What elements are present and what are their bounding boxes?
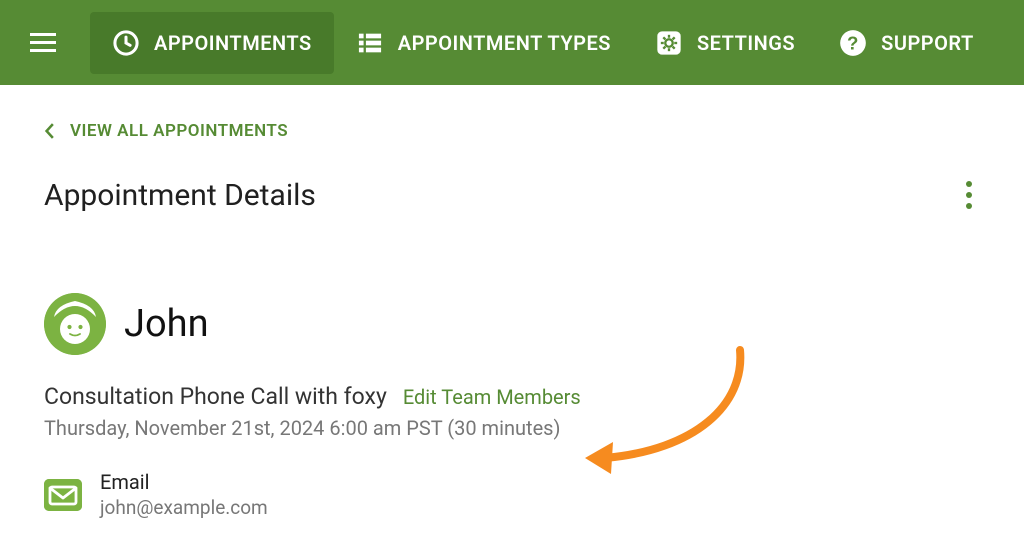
clock-icon xyxy=(112,29,140,57)
top-navigation: APPOINTMENTS APPOINTMENT TYPES SETTINGS … xyxy=(0,0,1024,85)
help-icon: ? xyxy=(839,29,867,57)
breadcrumb-back[interactable]: VIEW ALL APPOINTMENTS xyxy=(44,121,980,141)
nav-appointments[interactable]: APPOINTMENTS xyxy=(90,12,334,74)
event-title: Consultation Phone Call with foxy xyxy=(44,383,387,410)
list-icon xyxy=(356,29,384,57)
attendee-name: John xyxy=(124,302,209,346)
nav-support-label: SUPPORT xyxy=(881,31,974,55)
nav-settings[interactable]: SETTINGS xyxy=(633,12,817,74)
attendee-avatar xyxy=(44,293,106,355)
contact-email-label: Email xyxy=(100,470,268,494)
nav-settings-label: SETTINGS xyxy=(697,31,795,55)
nav-support[interactable]: ? SUPPORT xyxy=(817,12,996,74)
attendee-row: John xyxy=(44,293,980,355)
page-title: Appointment Details xyxy=(44,178,316,213)
hamburger-menu-button[interactable] xyxy=(18,21,68,64)
breadcrumb-label: VIEW ALL APPOINTMENTS xyxy=(70,121,288,141)
email-icon xyxy=(44,479,82,511)
svg-text:?: ? xyxy=(847,32,859,53)
nav-appointment-types[interactable]: APPOINTMENT TYPES xyxy=(334,12,633,74)
more-options-button[interactable] xyxy=(958,173,980,217)
contact-email-row: Email john@example.com xyxy=(44,470,980,519)
nav-appointment-types-label: APPOINTMENT TYPES xyxy=(398,31,611,55)
gear-icon xyxy=(655,29,683,57)
edit-team-members-link[interactable]: Edit Team Members xyxy=(403,385,581,409)
nav-appointments-label: APPOINTMENTS xyxy=(154,31,312,55)
chevron-left-icon xyxy=(44,123,56,139)
event-datetime: Thursday, November 21st, 2024 6:00 am PS… xyxy=(44,416,980,440)
contact-email-value: john@example.com xyxy=(100,496,268,519)
main-content: VIEW ALL APPOINTMENTS Appointment Detail… xyxy=(0,85,1024,555)
annotation-arrow-icon xyxy=(575,340,765,480)
